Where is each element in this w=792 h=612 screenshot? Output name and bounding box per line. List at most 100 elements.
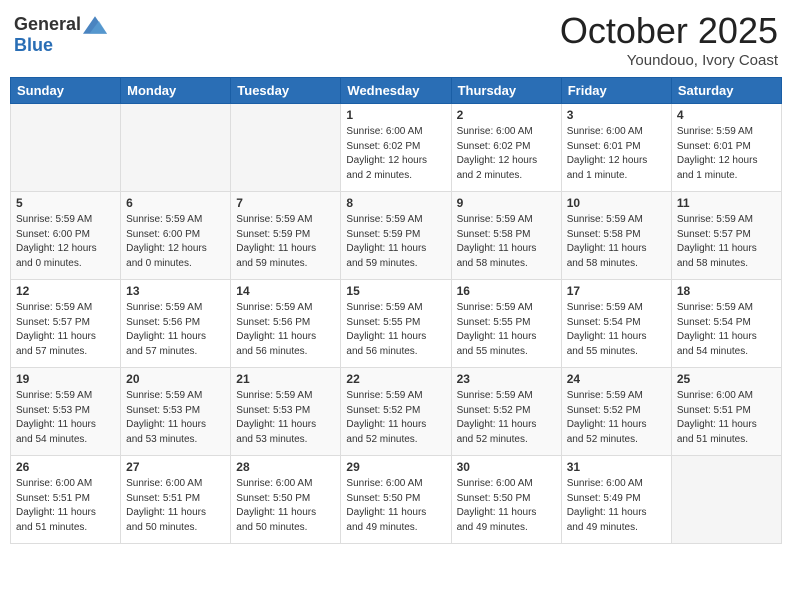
day-info: Sunrise: 6:00 AM Sunset: 5:50 PM Dayligh…: [236, 477, 335, 535]
day-info: Sunrise: 5:59 AM Sunset: 5:52 PM Dayligh…: [457, 389, 556, 447]
day-number: 4: [677, 108, 776, 122]
calendar-cell: 8Sunrise: 5:59 AM Sunset: 5:59 PM Daylig…: [341, 192, 451, 280]
logo: General Blue: [14, 14, 107, 56]
calendar-week-4: 19Sunrise: 5:59 AM Sunset: 5:53 PM Dayli…: [11, 368, 782, 456]
day-info: Sunrise: 6:00 AM Sunset: 5:51 PM Dayligh…: [126, 477, 225, 535]
calendar-cell: 30 Sunrise: 6:00 AM Sunset: 5:50 PM Dayli…: [451, 456, 561, 544]
day-number: 2: [457, 108, 556, 122]
logo-blue: Blue: [14, 35, 53, 55]
day-info: Sunrise: 5:59 AM Sunset: 5:56 PM Dayligh…: [126, 301, 225, 359]
calendar-week-3: 12 Sunrise: 5:59 AM Sunset: 5:57 PM Dayli…: [11, 280, 782, 368]
day-info: Sunrise: 6:00 AM Sunset: 5:51 PM Dayligh…: [677, 389, 776, 447]
day-info: Sunrise: 5:59 AM Sunset: 5:54 PM Dayligh…: [567, 301, 666, 359]
day-number: 30: [457, 460, 556, 474]
day-number: 9: [457, 196, 556, 210]
day-number: 13: [126, 284, 225, 298]
day-number: 11: [677, 196, 776, 210]
day-info: Sunrise: 5:59 AM Sunset: 6:00 PM Dayligh…: [16, 213, 115, 271]
day-info: Sunrise: 6:00 AM Sunset: 5:51 PM Dayligh…: [16, 477, 115, 535]
weekday-header-thursday: Thursday: [451, 78, 561, 104]
day-info: Sunrise: 6:00 AM Sunset: 5:50 PM Dayligh…: [346, 477, 445, 535]
day-number: 29: [346, 460, 445, 474]
calendar-cell: 25 Sunrise: 6:00 AM Sunset: 5:51 PM Dayli…: [671, 368, 781, 456]
day-info: Sunrise: 6:00 AM Sunset: 5:49 PM Dayligh…: [567, 477, 666, 535]
calendar-cell: [11, 104, 121, 192]
day-number: 12: [16, 284, 115, 298]
calendar-cell: 5 Sunrise: 5:59 AM Sunset: 6:00 PM Daylig…: [11, 192, 121, 280]
day-info: Sunrise: 5:59 AM Sunset: 5:52 PM Dayligh…: [567, 389, 666, 447]
day-info: Sunrise: 5:59 AM Sunset: 5:57 PM Dayligh…: [16, 301, 115, 359]
day-info: Sunrise: 5:59 AM Sunset: 5:54 PM Dayligh…: [677, 301, 776, 359]
day-number: 6: [126, 196, 225, 210]
calendar-week-5: 26Sunrise: 6:00 AM Sunset: 5:51 PM Dayli…: [11, 456, 782, 544]
calendar-week-2: 5 Sunrise: 5:59 AM Sunset: 6:00 PM Daylig…: [11, 192, 782, 280]
calendar-cell: 9Sunrise: 5:59 AM Sunset: 5:58 PM Daylig…: [451, 192, 561, 280]
day-info: Sunrise: 5:59 AM Sunset: 5:59 PM Dayligh…: [236, 213, 335, 271]
day-info: Sunrise: 6:00 AM Sunset: 6:02 PM Dayligh…: [346, 125, 445, 183]
day-info: Sunrise: 5:59 AM Sunset: 5:55 PM Dayligh…: [457, 301, 556, 359]
day-info: Sunrise: 6:00 AM Sunset: 6:01 PM Dayligh…: [567, 125, 666, 183]
day-number: 5: [16, 196, 115, 210]
weekday-row: SundayMondayTuesdayWednesdayThursdayFrid…: [11, 78, 782, 104]
day-number: 10: [567, 196, 666, 210]
calendar-cell: [671, 456, 781, 544]
day-number: 16: [457, 284, 556, 298]
day-number: 25: [677, 372, 776, 386]
day-info: Sunrise: 5:59 AM Sunset: 5:59 PM Dayligh…: [346, 213, 445, 271]
day-info: Sunrise: 5:59 AM Sunset: 5:53 PM Dayligh…: [16, 389, 115, 447]
day-number: 7: [236, 196, 335, 210]
calendar-cell: 1 Sunrise: 6:00 AM Sunset: 6:02 PM Daylig…: [341, 104, 451, 192]
day-info: Sunrise: 5:59 AM Sunset: 6:01 PM Dayligh…: [677, 125, 776, 183]
calendar-week-1: 1 Sunrise: 6:00 AM Sunset: 6:02 PM Daylig…: [11, 104, 782, 192]
location-subtitle: Youndouo, Ivory Coast: [560, 52, 778, 69]
calendar-cell: 31 Sunrise: 6:00 AM Sunset: 5:49 PM Dayli…: [561, 456, 671, 544]
calendar-body: 1 Sunrise: 6:00 AM Sunset: 6:02 PM Daylig…: [11, 104, 782, 544]
calendar-table: SundayMondayTuesdayWednesdayThursdayFrid…: [10, 77, 782, 544]
day-number: 14: [236, 284, 335, 298]
calendar-cell: 23 Sunrise: 5:59 AM Sunset: 5:52 PM Dayli…: [451, 368, 561, 456]
day-info: Sunrise: 5:59 AM Sunset: 5:55 PM Dayligh…: [346, 301, 445, 359]
calendar-cell: 10 Sunrise: 5:59 AM Sunset: 5:58 PM Dayli…: [561, 192, 671, 280]
calendar-cell: [121, 104, 231, 192]
calendar-cell: 27 Sunrise: 6:00 AM Sunset: 5:51 PM Dayli…: [121, 456, 231, 544]
day-number: 31: [567, 460, 666, 474]
header: General Blue October 2025 Youndouo, Ivor…: [10, 10, 782, 69]
calendar-cell: 22Sunrise: 5:59 AM Sunset: 5:52 PM Dayli…: [341, 368, 451, 456]
day-number: 1: [346, 108, 445, 122]
day-info: Sunrise: 5:59 AM Sunset: 5:58 PM Dayligh…: [567, 213, 666, 271]
calendar-cell: 17 Sunrise: 5:59 AM Sunset: 5:54 PM Dayli…: [561, 280, 671, 368]
day-number: 20: [126, 372, 225, 386]
day-number: 3: [567, 108, 666, 122]
weekday-header-wednesday: Wednesday: [341, 78, 451, 104]
day-info: Sunrise: 5:59 AM Sunset: 5:56 PM Dayligh…: [236, 301, 335, 359]
day-number: 27: [126, 460, 225, 474]
weekday-header-tuesday: Tuesday: [231, 78, 341, 104]
month-title: October 2025: [560, 10, 778, 52]
calendar-cell: 18Sunrise: 5:59 AM Sunset: 5:54 PM Dayli…: [671, 280, 781, 368]
day-info: Sunrise: 5:59 AM Sunset: 5:53 PM Dayligh…: [236, 389, 335, 447]
day-number: 15: [346, 284, 445, 298]
weekday-header-saturday: Saturday: [671, 78, 781, 104]
day-number: 17: [567, 284, 666, 298]
calendar-cell: 14 Sunrise: 5:59 AM Sunset: 5:56 PM Dayli…: [231, 280, 341, 368]
day-info: Sunrise: 6:00 AM Sunset: 5:50 PM Dayligh…: [457, 477, 556, 535]
day-number: 21: [236, 372, 335, 386]
calendar-cell: 6 Sunrise: 5:59 AM Sunset: 6:00 PM Daylig…: [121, 192, 231, 280]
day-number: 23: [457, 372, 556, 386]
day-info: Sunrise: 5:59 AM Sunset: 6:00 PM Dayligh…: [126, 213, 225, 271]
weekday-header-sunday: Sunday: [11, 78, 121, 104]
calendar-cell: 15 Sunrise: 5:59 AM Sunset: 5:55 PM Dayli…: [341, 280, 451, 368]
calendar-cell: 24 Sunrise: 5:59 AM Sunset: 5:52 PM Dayli…: [561, 368, 671, 456]
calendar-header: SundayMondayTuesdayWednesdayThursdayFrid…: [11, 78, 782, 104]
calendar-cell: [231, 104, 341, 192]
calendar-cell: 12 Sunrise: 5:59 AM Sunset: 5:57 PM Dayli…: [11, 280, 121, 368]
day-number: 24: [567, 372, 666, 386]
calendar-cell: 7 Sunrise: 5:59 AM Sunset: 5:59 PM Daylig…: [231, 192, 341, 280]
calendar-cell: 19Sunrise: 5:59 AM Sunset: 5:53 PM Dayli…: [11, 368, 121, 456]
logo-general: General: [14, 14, 81, 35]
day-info: Sunrise: 6:00 AM Sunset: 6:02 PM Dayligh…: [457, 125, 556, 183]
day-info: Sunrise: 5:59 AM Sunset: 5:53 PM Dayligh…: [126, 389, 225, 447]
day-info: Sunrise: 5:59 AM Sunset: 5:57 PM Dayligh…: [677, 213, 776, 271]
calendar-cell: 20 Sunrise: 5:59 AM Sunset: 5:53 PM Dayli…: [121, 368, 231, 456]
calendar-cell: 16 Sunrise: 5:59 AM Sunset: 5:55 PM Dayli…: [451, 280, 561, 368]
